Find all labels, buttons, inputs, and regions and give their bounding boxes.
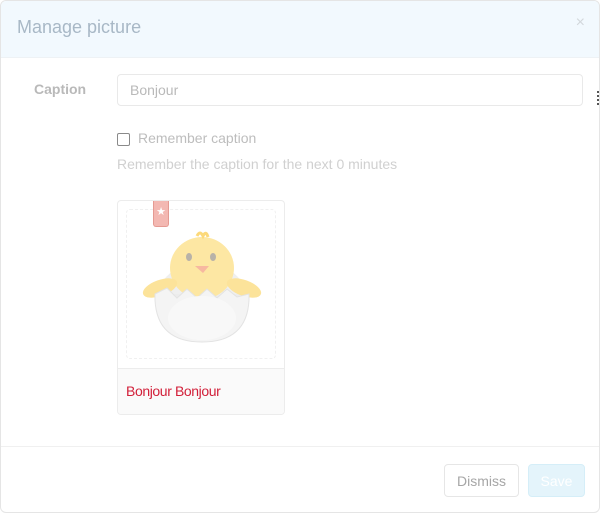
dismiss-button[interactable]: Dismiss xyxy=(444,464,519,497)
thumbnail-footer: Bonjour Bonjour xyxy=(118,368,284,414)
close-icon[interactable]: × xyxy=(576,15,585,31)
star-icon: ★ xyxy=(153,201,169,227)
modal-header: Manage picture × xyxy=(1,1,599,58)
picture-thumbnail-card[interactable]: ★ Bonjour Bonjour xyxy=(117,200,285,415)
remember-caption-checkbox[interactable] xyxy=(117,133,130,146)
caption-label: Caption xyxy=(34,81,87,97)
remember-caption-label[interactable]: Remember caption xyxy=(138,130,256,146)
thumbnail-caption: Bonjour Bonjour xyxy=(126,383,221,399)
remember-caption-row[interactable]: Remember caption xyxy=(117,130,256,146)
modal-footer: Dismiss Save xyxy=(1,446,599,512)
modal-title: Manage picture xyxy=(17,17,142,37)
caption-input[interactable] xyxy=(117,74,583,106)
hatching-chick-icon xyxy=(126,209,276,359)
manage-picture-modal: Manage picture × Caption Remember captio… xyxy=(0,0,600,513)
remember-help-text: Remember the caption for the next 0 minu… xyxy=(117,156,398,172)
save-button[interactable]: Save xyxy=(528,464,585,497)
